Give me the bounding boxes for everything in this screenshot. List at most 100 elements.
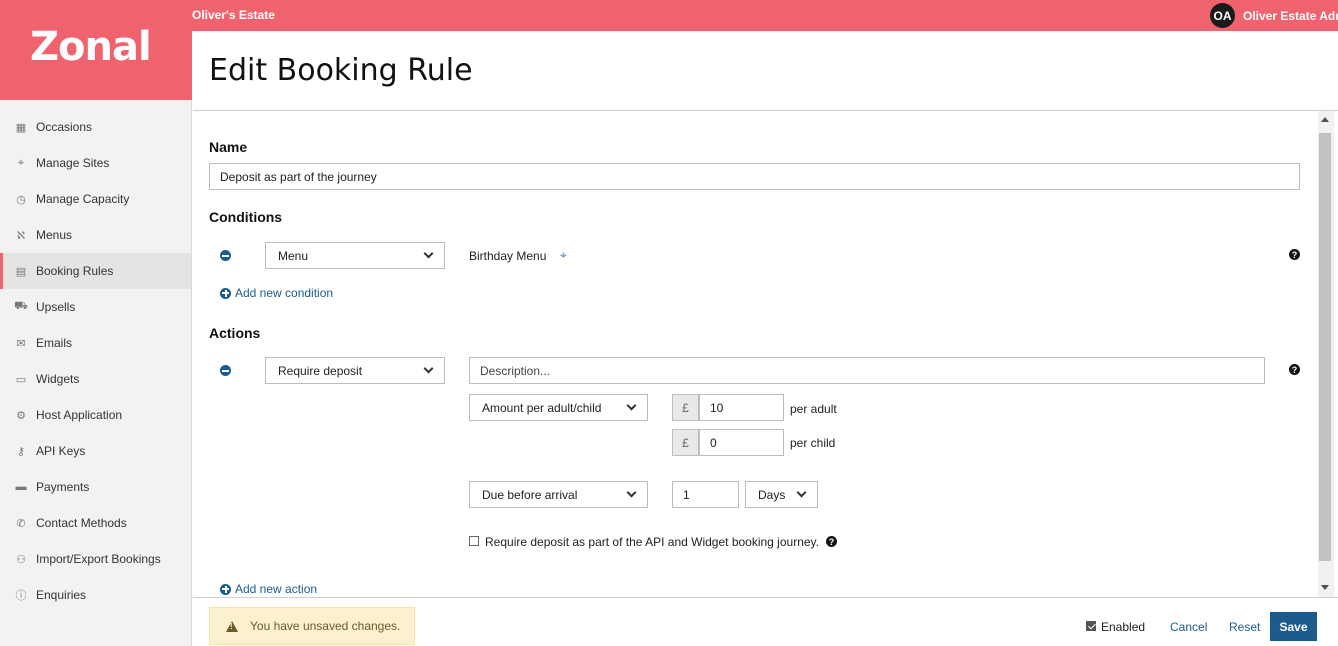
sidebar-item-enquiries[interactable]: ⓘ Enquiries [0,577,191,613]
sidebar-item-emails[interactable]: ✉ Emails [0,325,191,361]
reset-button[interactable]: Reset [1229,620,1260,634]
user-transfer-icon: ⚇ [16,553,26,566]
sidebar-item-label: Occasions [36,120,93,134]
scroll-up-arrow-icon[interactable] [1321,117,1329,122]
sidebar-item-menus[interactable]: ℵ Menus [0,217,191,253]
add-condition-link[interactable]: Add new condition [220,286,333,300]
sidebar-item-label: Import/Export Bookings [36,552,161,566]
per-adult-input[interactable] [699,394,784,421]
help-icon[interactable]: ? [1289,364,1300,375]
cart-icon: ⛟ [14,300,28,312]
per-child-input[interactable] [699,429,784,456]
currency-addon-child: £ [672,429,699,456]
unsaved-message: You have unsaved changes. [250,619,401,633]
plus-circle-icon [220,583,231,595]
due-type-value: Due before arrival [482,487,578,502]
sidebar-item-host-application[interactable]: ⚙ Host Application [0,397,191,433]
sidebar-item-label: Manage Sites [36,156,110,170]
scroll-down-arrow-icon[interactable] [1321,585,1329,590]
sidebar-item-manage-sites[interactable]: ⌖ Manage Sites [0,145,191,181]
chevron-down-icon [796,487,807,498]
sidebar-item-label: Enquiries [36,588,87,602]
help-icon[interactable]: ? [1289,249,1300,260]
add-action-label: Add new action [235,582,318,596]
cutlery-icon: ℵ [16,229,26,242]
conditions-section-title: Conditions [209,209,283,225]
sidebar-item-api-keys[interactable]: ⚷ API Keys [0,433,191,469]
currency-addon-adult: £ [672,394,699,421]
sidebar: ▦ Occasions ⌖ Manage Sites ◷ Manage Capacity ℵ… [0,100,192,646]
sidebar-item-widgets[interactable]: ▭ Widgets [0,361,191,397]
due-amount-input[interactable] [672,481,739,508]
remove-action-icon[interactable] [220,365,231,376]
top-bar: Oliver's Estate OA Oliver Estate Adm [0,0,1338,31]
due-unit-value: Days [758,487,786,502]
name-section-title: Name [209,139,248,155]
envelope-icon: ✉ [16,337,26,350]
api-widget-checkbox[interactable] [469,536,479,546]
sidebar-item-manage-capacity[interactable]: ◷ Manage Capacity [0,181,191,217]
sidebar-item-label: Manage Capacity [36,192,130,206]
amount-type-value: Amount per adult/child [482,400,602,415]
sidebar-item-label: Contact Methods [36,516,127,530]
api-widget-label: Require deposit as part of the API and W… [485,535,819,549]
chevron-down-icon [423,248,434,259]
sidebar-item-label: Payments [36,480,90,494]
page-title: Edit Booking Rule [209,53,473,88]
per-child-label: per child [790,436,836,450]
amount-type-select[interactable]: Amount per adult/child [469,394,648,421]
plus-circle-icon [220,287,231,299]
chevron-down-icon [423,363,434,374]
condition-type-select[interactable]: Menu [265,242,445,269]
condition-type-value: Menu [278,248,309,263]
sidebar-item-label: Upsells [36,300,76,314]
help-icon[interactable]: ? [826,536,837,547]
sidebar-item-booking-rules[interactable]: ▤ Booking Rules [0,253,191,289]
sidebar-item-label: Widgets [36,372,80,386]
enabled-label: Enabled [1101,620,1146,634]
sidebar-item-label: Menus [36,228,73,242]
condition-value-label: Birthday Menu [469,249,547,263]
due-type-select[interactable]: Due before arrival [469,481,648,508]
estate-name[interactable]: Oliver's Estate [192,8,275,22]
credit-card-icon: ▬ [15,481,27,493]
scrollbar-thumb[interactable] [1319,133,1331,561]
save-button[interactable]: Save [1270,612,1317,641]
target-icon[interactable]: ⌖ [560,248,567,263]
sidebar-item-label: Emails [36,336,73,350]
add-action-link[interactable]: Add new action [220,582,317,596]
sidebar-item-contact-methods[interactable]: ✆ Contact Methods [0,505,191,541]
info-icon: ⓘ [15,590,27,602]
add-condition-label: Add new condition [235,286,334,300]
sidebar-item-label: Host Application [36,408,123,422]
zonal-logo[interactable]: Zonal [30,24,152,70]
clock-icon: ◷ [16,193,26,206]
sidebar-item-upsells[interactable]: ⛟ Upsells [0,289,191,325]
avatar[interactable]: OA [1210,3,1235,28]
sidebar-item-label: Booking Rules [36,264,114,278]
calendar-icon: ▦ [15,121,27,134]
unsaved-changes-banner: You have unsaved changes. [209,607,415,645]
sidebar-item-label: API Keys [36,444,86,458]
action-type-select[interactable]: Require deposit [265,357,445,384]
enabled-checkbox[interactable] [1086,621,1096,631]
window-icon: ▭ [15,373,27,386]
chevron-down-icon [626,400,637,411]
user-name[interactable]: Oliver Estate Adm [1243,9,1338,23]
rule-name-input[interactable] [209,163,1300,190]
action-type-value: Require deposit [278,363,363,378]
sidebar-item-import-export-bookings[interactable]: ⚇ Import/Export Bookings [0,541,191,577]
per-adult-label: per adult [790,402,837,416]
map-pin-icon: ⌖ [17,156,25,169]
due-unit-select[interactable]: Days [745,481,818,508]
cancel-button[interactable]: Cancel [1170,620,1207,634]
description-input[interactable] [469,357,1265,384]
gears-icon: ⚙ [16,409,26,422]
user-menu[interactable]: OA Oliver Estate Adm [1210,3,1338,28]
sidebar-item-payments[interactable]: ▬ Payments [0,469,191,505]
sidebar-item-occasions[interactable]: ▦ Occasions [0,109,191,145]
warning-icon [226,620,238,632]
remove-condition-icon[interactable] [220,250,231,261]
logo-area: Zonal [0,0,192,100]
actions-section-title: Actions [209,325,261,341]
